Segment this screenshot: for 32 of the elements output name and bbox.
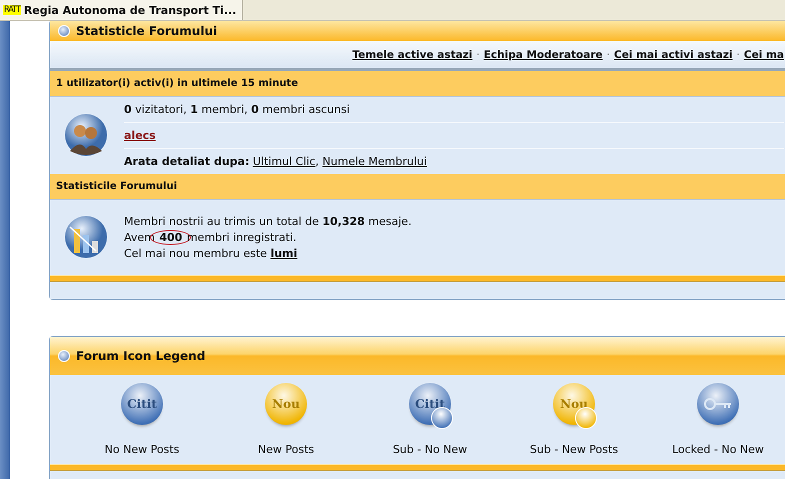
stats-line: Membri nostrii au trimis un total de 10,328 mesaje. <box>124 214 412 230</box>
bar-chart-icon <box>64 214 108 260</box>
nav-link[interactable]: Temele active astazi <box>352 48 472 60</box>
panel-title: Statisticle Forumului <box>76 24 218 38</box>
separator: · <box>736 48 740 60</box>
browser-tab[interactable]: RATT Regia Autonoma de Transport Ti... <box>0 0 243 20</box>
online-counts: 0 vizitatori, 1 membri, 0 membri ascunsi <box>124 97 784 123</box>
user-link[interactable]: alecs <box>124 129 156 142</box>
site-logo: RATT <box>3 5 21 15</box>
legend-label: No New Posts <box>104 443 180 456</box>
legend-label: Locked - No New <box>672 443 764 456</box>
member-link[interactable]: lumi <box>270 247 298 260</box>
section-header: Statisticile Forumului <box>50 174 785 200</box>
section-header: 1 utilizator(i) activ(i) in ultimele 15 minute <box>50 71 785 97</box>
separator: , <box>315 155 320 168</box>
tab-title: Regia Autonoma de Transport Ti... <box>24 4 236 16</box>
bullet-icon <box>58 25 70 37</box>
newest-label: Cel mai nou membru este <box>124 247 267 260</box>
sort-label: Arata detaliat dupa: <box>124 155 250 168</box>
legend-label: Sub - No New <box>392 443 468 456</box>
nav-link[interactable]: Echipa Moderatoare <box>484 48 603 60</box>
separator: · <box>476 48 480 60</box>
panel-title: Forum Icon Legend <box>76 349 206 363</box>
nav-link[interactable]: Cei mai activi astazi <box>614 48 733 60</box>
separator: · <box>606 48 610 60</box>
sort-link[interactable]: Numele Membrului <box>322 155 427 168</box>
sort-link[interactable]: Ultimul Clic <box>252 155 316 168</box>
bullet-icon <box>58 350 70 362</box>
nav-link[interactable]: Cei ma <box>744 48 784 60</box>
legend-label: New Posts <box>258 443 314 456</box>
users-icon <box>64 112 108 158</box>
legend-label: Sub - New Posts <box>530 443 618 456</box>
